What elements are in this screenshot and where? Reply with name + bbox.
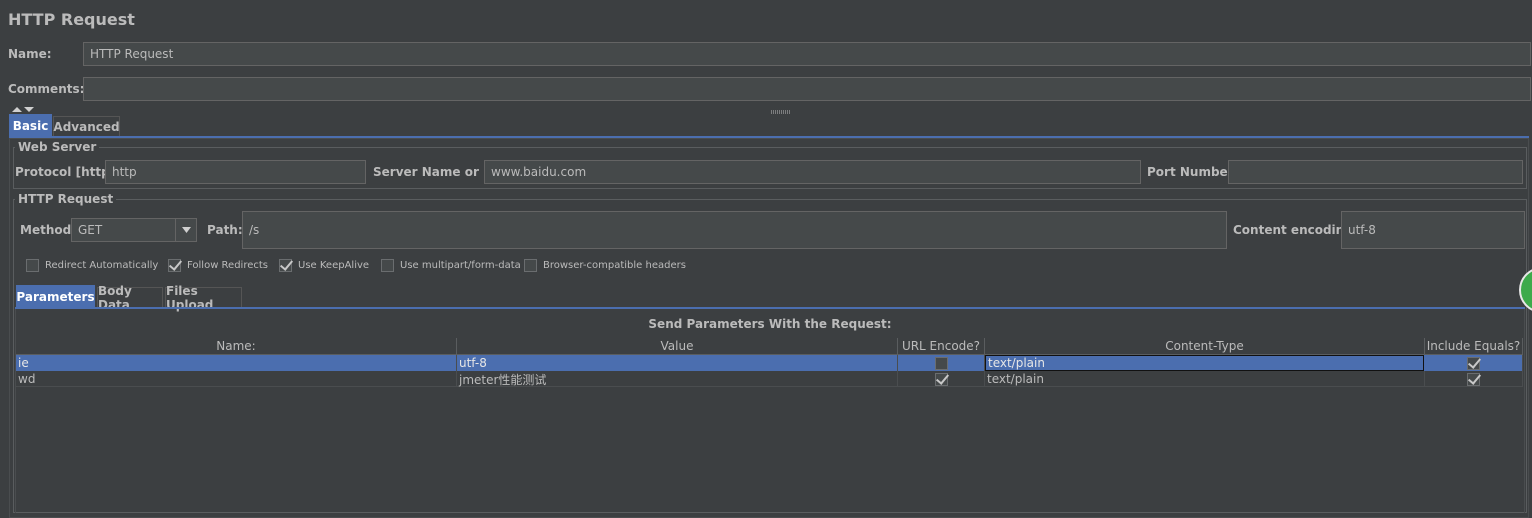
browser-compatible-label: Browser-compatible headers: [543, 260, 686, 271]
redirect-automatically-checkbox[interactable]: [26, 259, 39, 272]
name-label: Name:: [8, 47, 52, 61]
http-request-title: HTTP Request: [15, 192, 117, 206]
content-type-cell[interactable]: text/plain: [985, 355, 1424, 371]
path-label: Path:: [207, 223, 243, 237]
splitter-grip-icon[interactable]: [771, 104, 791, 114]
include-equals-cell[interactable]: [1425, 371, 1523, 387]
use-keepalive-checkbox[interactable]: [279, 259, 292, 272]
use-multipart-label: Use multipart/form-data: [400, 260, 521, 271]
server-name-label: Server Name or IP:: [373, 165, 502, 179]
tab-body-data[interactable]: Body Data: [97, 284, 163, 312]
param-name-cell[interactable]: wd: [16, 371, 457, 387]
content-encoding-label: Content encoding:: [1233, 223, 1358, 237]
param-name-cell[interactable]: ie: [16, 355, 457, 371]
url-encode-checkbox[interactable]: [934, 356, 948, 370]
collapse-expand-arrows-icon[interactable]: [11, 102, 35, 112]
content-type-cell[interactable]: text/plain: [985, 371, 1425, 387]
url-encode-cell[interactable]: [898, 355, 985, 371]
param-value-cell[interactable]: jmeter性能测试: [457, 371, 898, 387]
web-server-title: Web Server: [15, 140, 100, 154]
method-value: GET: [78, 223, 103, 237]
follow-redirects-label: Follow Redirects: [187, 260, 268, 271]
param-value-cell[interactable]: utf-8: [457, 355, 898, 371]
path-input[interactable]: /s: [242, 211, 1227, 249]
server-name-input[interactable]: www.baidu.com: [484, 160, 1141, 184]
redirect-automatically-label: Redirect Automatically: [45, 260, 159, 271]
tab-parameters[interactable]: Parameters: [16, 285, 95, 307]
port-number-input[interactable]: [1228, 160, 1523, 184]
browser-compatible-checkbox[interactable]: [524, 259, 537, 272]
column-header-url-encode[interactable]: URL Encode?: [898, 338, 985, 355]
comments-input[interactable]: [83, 77, 1531, 101]
use-multipart-checkbox[interactable]: [381, 259, 394, 272]
tab-files-upload[interactable]: Files Upload: [165, 284, 242, 312]
follow-redirects-checkbox[interactable]: [168, 259, 181, 272]
url-encode-cell[interactable]: [898, 371, 985, 387]
use-keepalive-option[interactable]: Use KeepAlive: [279, 259, 369, 272]
table-row[interactable]: ie utf-8 text/plain: [16, 355, 1523, 371]
include-equals-cell[interactable]: [1425, 355, 1523, 371]
column-header-include-equals[interactable]: Include Equals?: [1425, 338, 1523, 355]
protocol-input[interactable]: http: [105, 160, 366, 184]
port-number-label: Port Number:: [1147, 165, 1239, 179]
tab-advanced[interactable]: Advanced: [53, 116, 120, 136]
follow-redirects-option[interactable]: Follow Redirects: [168, 259, 268, 272]
page-title: HTTP Request: [8, 10, 135, 29]
column-header-name[interactable]: Name:: [16, 338, 457, 355]
method-select[interactable]: GET: [71, 218, 197, 242]
browser-compatible-option[interactable]: Browser-compatible headers: [524, 259, 686, 272]
table-row[interactable]: wd jmeter性能测试 text/plain: [16, 371, 1523, 387]
use-keepalive-label: Use KeepAlive: [298, 260, 370, 271]
floating-status-badge-icon[interactable]: [1519, 267, 1532, 315]
include-equals-checkbox[interactable]: [1467, 356, 1480, 370]
url-encode-checkbox[interactable]: [934, 372, 948, 386]
tab-basic[interactable]: Basic: [9, 114, 52, 136]
chevron-down-icon[interactable]: [175, 219, 196, 241]
redirect-automatically-option[interactable]: Redirect Automatically: [26, 259, 158, 272]
method-label: Method:: [20, 223, 76, 237]
comments-label: Comments:: [8, 82, 85, 96]
name-input[interactable]: HTTP Request: [83, 42, 1531, 66]
column-header-content-type[interactable]: Content-Type: [985, 338, 1425, 355]
params-caption: Send Parameters With the Request:: [648, 317, 892, 331]
column-header-value[interactable]: Value: [457, 338, 898, 355]
content-encoding-input[interactable]: utf-8: [1341, 211, 1525, 249]
include-equals-checkbox[interactable]: [1467, 372, 1480, 386]
use-multipart-option[interactable]: Use multipart/form-data: [381, 259, 521, 272]
